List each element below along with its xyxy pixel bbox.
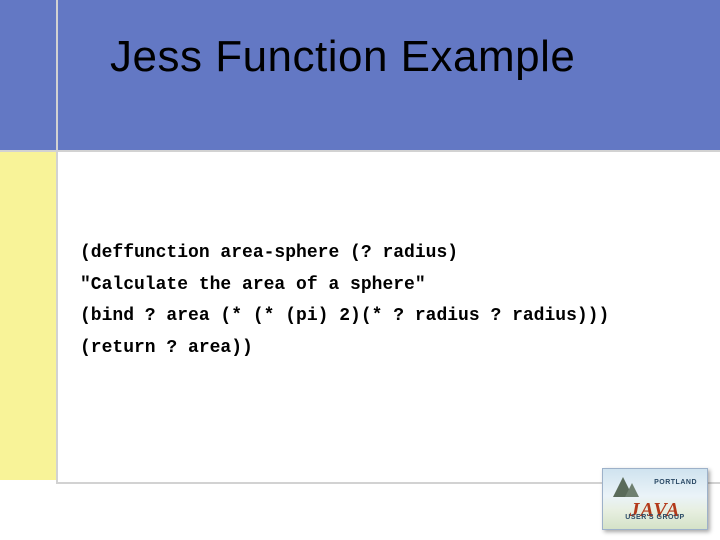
logo-top-label: PORTLAND — [654, 479, 697, 486]
code-line: "Calculate the area of a sphere" — [80, 275, 426, 295]
footer-logo: PORTLAND JAVA USER'S GROUP — [602, 468, 708, 530]
horizontal-rule — [0, 150, 720, 152]
code-example: (deffunction area-sphere (? radius) "Cal… — [80, 238, 609, 364]
vertical-rule — [56, 0, 58, 484]
code-line: (bind ? area (* (* (pi) 2)(* ? radius ? … — [80, 306, 609, 326]
left-accent-strip — [0, 150, 56, 480]
logo-inner: PORTLAND JAVA USER'S GROUP — [607, 473, 703, 525]
slide-title: Jess Function Example — [110, 32, 575, 82]
code-line: (return ? area)) — [80, 338, 253, 358]
logo-bottom-label: USER'S GROUP — [607, 514, 703, 521]
code-line: (deffunction area-sphere (? radius) — [80, 243, 458, 263]
mountain-icon — [625, 483, 639, 497]
